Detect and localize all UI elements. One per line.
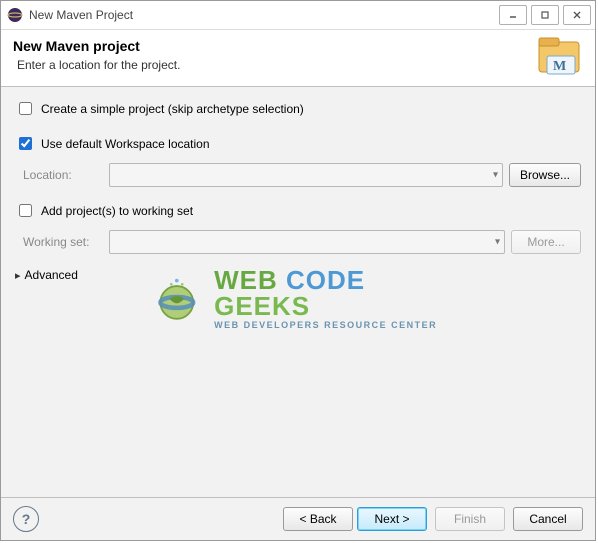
advanced-label: Advanced (25, 268, 78, 282)
default-location-checkbox[interactable]: Use default Workspace location (15, 134, 210, 153)
page-title: New Maven project (13, 38, 527, 54)
svg-text:M: M (553, 59, 566, 74)
maven-icon: M (535, 36, 583, 76)
simple-project-input[interactable] (19, 102, 32, 115)
more-button[interactable]: More... (511, 230, 581, 254)
advanced-disclosure[interactable]: ▸ Advanced (15, 268, 581, 282)
watermark-word3: GEEKS (214, 291, 310, 321)
close-button[interactable] (563, 5, 591, 25)
simple-project-checkbox[interactable]: Create a simple project (skip archetype … (15, 99, 304, 118)
eclipse-icon (7, 7, 23, 23)
working-set-combo[interactable]: ▾ (109, 230, 505, 254)
back-button[interactable]: < Back (283, 507, 353, 531)
minimize-button[interactable] (499, 5, 527, 25)
default-location-input[interactable] (19, 137, 32, 150)
wizard-footer: ? < Back Next > Finish Cancel (1, 497, 595, 540)
location-combo[interactable]: ▾ (109, 163, 503, 187)
dialog-window: New Maven Project New Maven project Ente… (0, 0, 596, 541)
window-title: New Maven Project (29, 8, 495, 22)
default-location-label: Use default Workspace location (41, 137, 210, 151)
working-set-field-label: Working set: (23, 235, 103, 249)
working-set-input[interactable] (19, 204, 32, 217)
next-button[interactable]: Next > (357, 507, 427, 531)
chevron-down-icon: ▾ (495, 237, 500, 248)
location-label: Location: (23, 168, 103, 182)
watermark-sub: WEB DEVELOPERS RESOURCE CENTER (214, 321, 446, 330)
page-subtitle: Enter a location for the project. (17, 58, 527, 72)
wizard-header: New Maven project Enter a location for t… (1, 30, 595, 87)
simple-project-label: Create a simple project (skip archetype … (41, 102, 304, 116)
titlebar: New Maven Project (1, 1, 595, 30)
finish-button[interactable]: Finish (435, 507, 505, 531)
help-icon[interactable]: ? (13, 506, 39, 532)
working-set-label: Add project(s) to working set (41, 204, 193, 218)
triangle-right-icon: ▸ (15, 269, 21, 282)
browse-button[interactable]: Browse... (509, 163, 581, 187)
working-set-checkbox[interactable]: Add project(s) to working set (15, 201, 193, 220)
maximize-button[interactable] (531, 5, 559, 25)
wizard-body: Create a simple project (skip archetype … (1, 87, 595, 497)
cancel-button[interactable]: Cancel (513, 507, 583, 531)
chevron-down-icon: ▾ (493, 170, 498, 181)
